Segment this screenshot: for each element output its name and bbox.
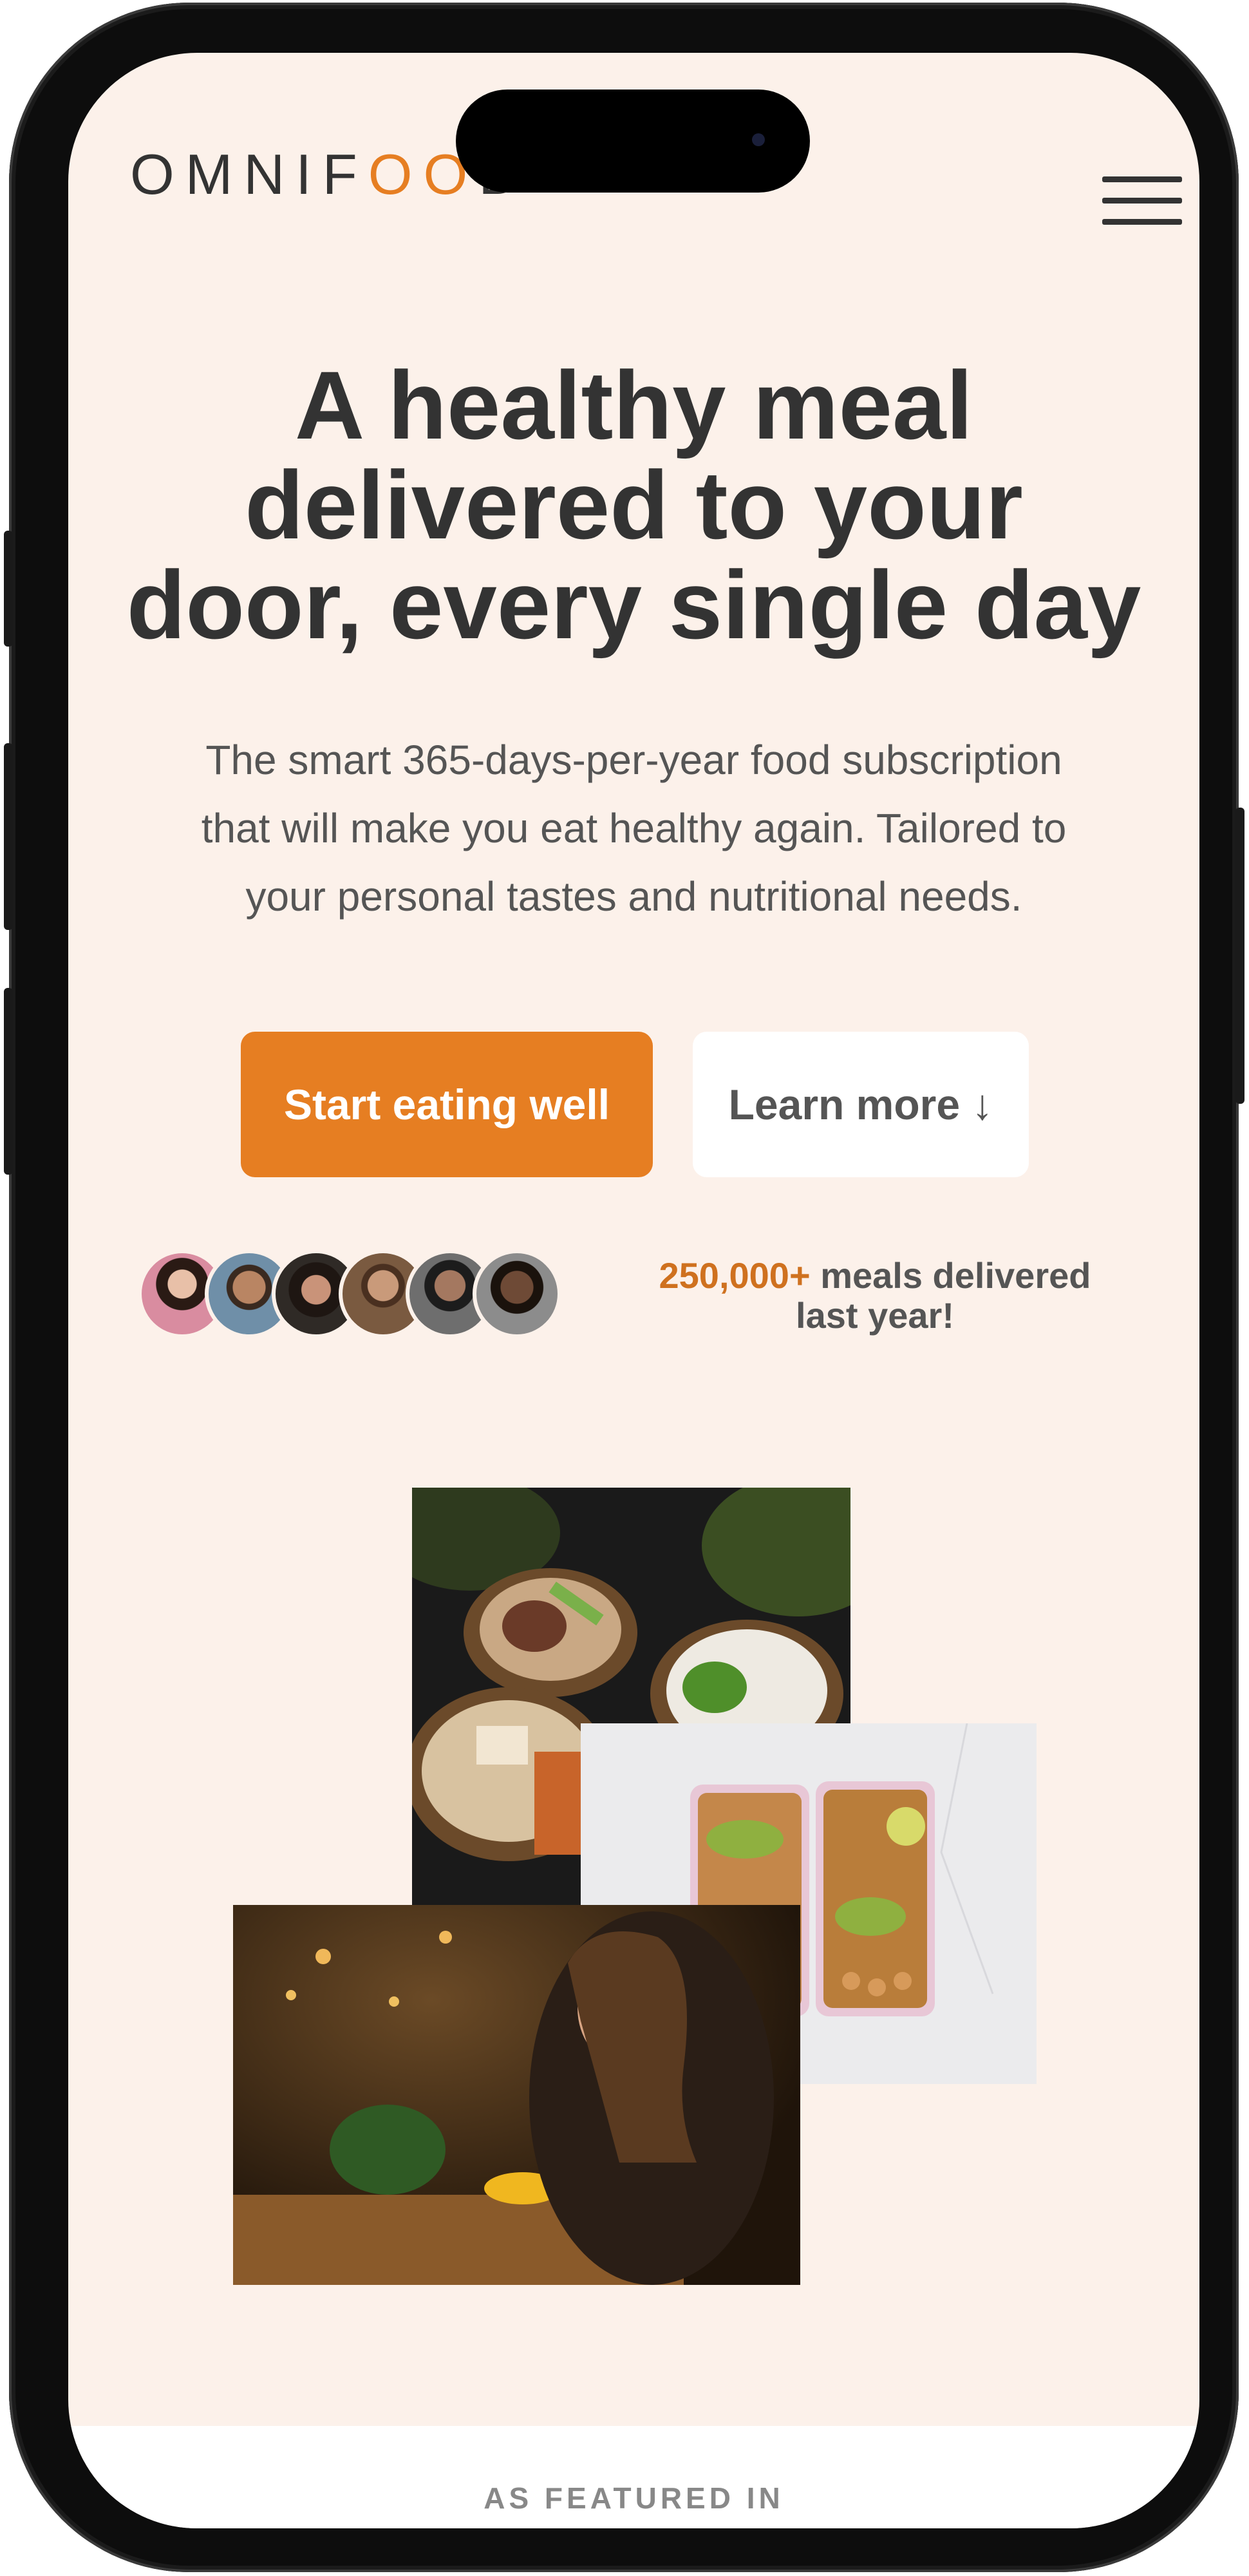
hero-description: The smart 365-days-per-year food subscri…: [68, 726, 1199, 931]
avatar: [473, 1249, 561, 1338]
description-line: The smart 365-days-per-year food subscri…: [205, 737, 1062, 783]
hamburger-menu-icon[interactable]: [1102, 176, 1182, 225]
camera-icon: [752, 133, 765, 146]
headline-line: delivered to your: [245, 451, 1023, 559]
description-line: your personal tastes and nutritional nee…: [245, 873, 1022, 920]
dynamic-island: [456, 90, 810, 193]
dining-photo-art: [233, 1905, 800, 2285]
featured-label: AS FEATURED IN: [484, 2481, 784, 2515]
phone-frame: OMNIFOOD A healthy meal delivered to you…: [4, 3, 1244, 2572]
meals-delivered-stat: 250,000+ meals delivered last year!: [608, 1256, 1142, 1336]
headline-line: A healthy meal: [294, 351, 973, 459]
stat-text: meals delivered: [810, 1255, 1091, 1296]
headline-line: door, every single day: [126, 551, 1141, 659]
woman-dining-photo: [233, 1905, 800, 2285]
hero-headline: A healthy meal delivered to your door, e…: [68, 355, 1199, 655]
power-button: [1235, 808, 1244, 1104]
learn-more-button[interactable]: Learn more ↓: [693, 1032, 1029, 1177]
stat-highlight: 250,000+: [659, 1255, 811, 1296]
screen: OMNIFOOD A healthy meal delivered to you…: [68, 53, 1199, 2528]
volume-button: [4, 531, 13, 647]
stat-text: last year!: [796, 1295, 954, 1336]
volume-button: [4, 988, 13, 1175]
start-eating-button[interactable]: Start eating well: [241, 1032, 653, 1177]
customer-avatars: [138, 1249, 576, 1341]
description-line: that will make you eat healthy again. Ta…: [201, 805, 1067, 851]
volume-button: [4, 743, 13, 930]
